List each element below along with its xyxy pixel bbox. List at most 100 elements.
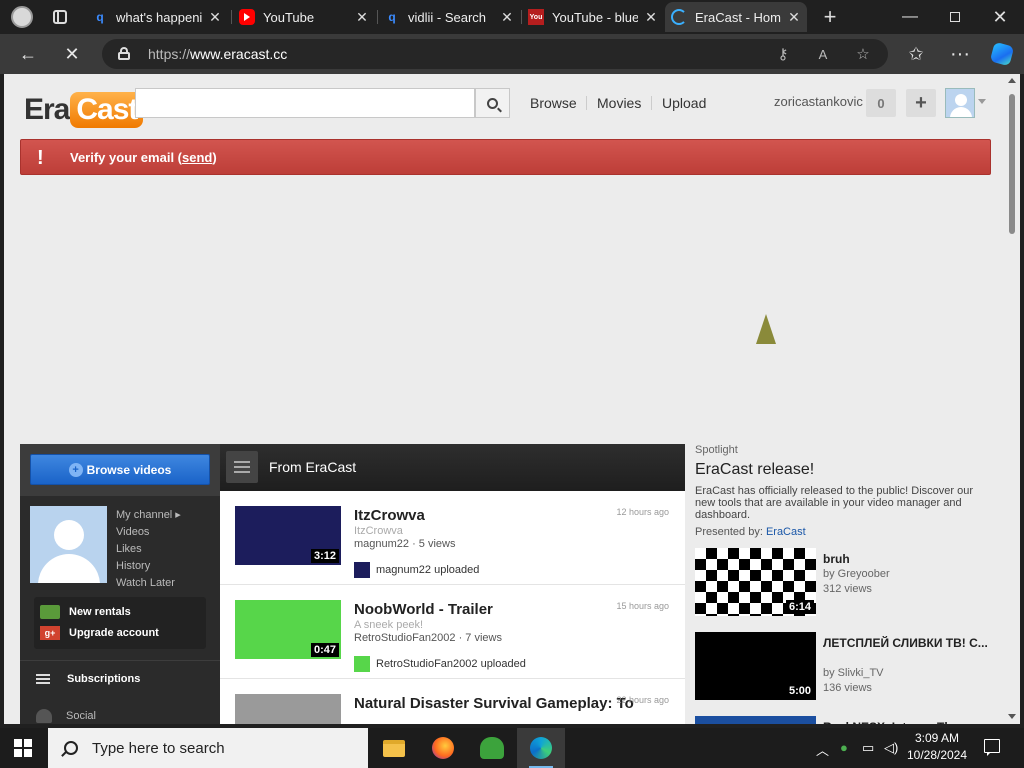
youtube-icon	[239, 9, 255, 25]
close-window-icon[interactable]: ✕	[988, 5, 1012, 29]
channel-avatar[interactable]	[30, 506, 107, 583]
chevron-down-icon[interactable]	[978, 99, 986, 104]
people-tray-icon[interactable]: ●	[840, 740, 848, 755]
tab-youtube-blue[interactable]: You YouTube - blue ✕	[522, 2, 664, 32]
network-icon[interactable]: ▭	[862, 740, 874, 756]
video-title[interactable]: ItzCrowva	[354, 507, 425, 524]
video-title[interactable]: Natural Disaster Survival Gameplay: To	[354, 695, 634, 712]
list-icon	[36, 674, 50, 684]
taskbar-search-box[interactable]: Type here to search	[48, 728, 368, 768]
minimize-icon[interactable]: —	[898, 5, 922, 29]
url-text[interactable]: https://www.eracast.cc	[148, 46, 287, 62]
spotlight-title[interactable]: EraCast release!	[695, 461, 814, 479]
upload-age: 22 hours ago	[616, 695, 669, 705]
video-title[interactable]: NoobWorld - Trailer	[354, 601, 493, 618]
new-tab-icon[interactable]: +	[818, 4, 842, 29]
password-key-icon[interactable]: ⚷	[772, 43, 794, 65]
tab-title: YouTube	[263, 9, 315, 25]
tab-youtube[interactable]: YouTube ✕	[233, 2, 375, 32]
profile-avatar-icon[interactable]	[10, 5, 34, 29]
copilot-icon[interactable]	[989, 41, 1015, 67]
video-title[interactable]: RockNESX_Intceps The	[823, 719, 988, 724]
video-title[interactable]: bruh	[823, 551, 988, 567]
guide-link-watch-later[interactable]: Watch Later	[116, 577, 175, 589]
social-item[interactable]: Social	[20, 706, 220, 724]
favorite-star-icon[interactable]: ☆	[852, 43, 874, 65]
maximize-icon[interactable]	[943, 5, 967, 29]
guide-link-history[interactable]: History	[116, 560, 150, 572]
tab-eracast-home[interactable]: EraCast - Home ✕	[665, 2, 807, 32]
show-hidden-icons-icon[interactable]: ︿	[816, 740, 829, 759]
close-tab-icon[interactable]: ✕	[355, 9, 369, 26]
more-options-icon[interactable]: ···	[948, 42, 972, 66]
stop-loading-icon[interactable]: ✕	[60, 42, 84, 66]
new-rentals-link[interactable]: New rentals	[40, 603, 131, 621]
people-app-icon[interactable]	[468, 728, 516, 768]
notification-center-icon[interactable]	[984, 739, 1000, 756]
verify-email-message: Verify your email (send)	[70, 150, 217, 165]
windows-start-icon[interactable]	[14, 739, 32, 757]
lock-icon[interactable]	[118, 47, 130, 60]
close-tab-icon[interactable]: ✕	[208, 9, 222, 26]
browse-videos-button[interactable]: + Browse videos	[30, 454, 210, 485]
scroll-down-arrow-icon[interactable]	[1008, 714, 1016, 719]
tab-vidlii-search[interactable]: q vidlii - Search ✕	[378, 2, 520, 32]
tab-actions-icon[interactable]	[48, 5, 72, 29]
search-button[interactable]	[475, 88, 510, 118]
spotlight-item[interactable]: 5:00 ЛЕТСПЛЕЙ СЛИВКИ ТВ! С... by Slivki_TV…	[695, 632, 995, 702]
close-tab-icon[interactable]: ✕	[644, 9, 658, 26]
spotlight-item[interactable]: 6:14 bruh by Greyoober 312 views	[695, 548, 995, 618]
feed-header: From EraCast	[220, 444, 685, 491]
video-thumbnail[interactable]: 6:14	[695, 548, 816, 616]
feed-item[interactable]: Natural Disaster Survival Gameplay: To 22…	[220, 679, 685, 724]
upgrade-account-link[interactable]: g+ Upgrade account	[40, 624, 159, 642]
presenter-link[interactable]: EraCast	[766, 526, 806, 538]
send-verification-link[interactable]: send	[182, 150, 212, 165]
username-link[interactable]: zoricastankovic	[774, 94, 863, 109]
volume-icon[interactable]: ◁)	[884, 740, 898, 756]
subscriptions-item[interactable]: Subscriptions	[20, 666, 220, 692]
address-bar[interactable]: https://www.eracast.cc ⚷ A ☆	[102, 39, 888, 69]
search-icon	[487, 97, 498, 109]
read-aloud-icon[interactable]: A	[812, 43, 834, 65]
firefox-icon[interactable]	[419, 728, 467, 768]
nav-browse[interactable]: Browse	[530, 95, 577, 111]
notification-count-button[interactable]: 0	[866, 89, 896, 117]
upload-plus-button[interactable]: +	[906, 89, 936, 117]
video-thumbnail[interactable]: 0:47	[235, 600, 341, 659]
scroll-up-arrow-icon[interactable]	[1008, 78, 1016, 83]
video-thumbnail[interactable]: 5:00	[695, 632, 816, 700]
edge-icon[interactable]	[517, 728, 565, 768]
guide-link-likes[interactable]: Likes	[116, 543, 142, 555]
video-author[interactable]: by Greyoober	[823, 568, 890, 580]
uploader-line[interactable]: RetroStudioFan2002 uploaded	[354, 656, 526, 672]
favorites-icon[interactable]: ✩	[904, 42, 928, 66]
verify-email-banner: ! Verify your email (send)	[20, 139, 991, 175]
page-scrollbar[interactable]	[1004, 74, 1020, 724]
clock-date[interactable]: 10/28/2024	[900, 748, 974, 762]
close-tab-icon[interactable]: ✕	[787, 9, 801, 26]
feed-item[interactable]: 0:47 NoobWorld - Trailer 15 hours ago A sne…	[220, 585, 685, 679]
avatar[interactable]	[945, 88, 975, 118]
tab-whats-happening[interactable]: q what's happening ✕	[86, 2, 228, 32]
search-input[interactable]	[135, 88, 475, 118]
guide-link-videos[interactable]: Videos	[116, 526, 149, 538]
video-thumbnail[interactable]: 3:12	[235, 506, 341, 565]
feed-item[interactable]: 3:12 ItzCrowva 12 hours ago ItzCrowva magnum…	[220, 491, 685, 585]
scroll-thumb[interactable]	[1009, 94, 1015, 234]
close-tab-icon[interactable]: ✕	[500, 9, 514, 26]
spotlight-item[interactable]: RockNESX_Intceps The	[695, 716, 995, 724]
video-thumbnail[interactable]	[695, 716, 816, 724]
clock-time[interactable]: 3:09 AM	[900, 731, 974, 745]
video-thumbnail[interactable]	[235, 694, 341, 724]
nav-upload[interactable]: Upload	[662, 95, 706, 111]
nav-movies[interactable]: Movies	[597, 95, 641, 111]
uploader-line[interactable]: magnum22 uploaded	[354, 562, 479, 578]
feed-menu-button[interactable]	[226, 451, 258, 483]
video-author[interactable]: by Slivki_TV	[823, 667, 884, 679]
guide-link-my-channel[interactable]: My channel ▸	[116, 508, 181, 521]
eracast-logo[interactable]: Era Cast	[24, 88, 144, 128]
back-arrow-icon[interactable]: ←	[16, 42, 40, 66]
file-explorer-icon[interactable]	[370, 728, 418, 768]
video-title[interactable]: ЛЕТСПЛЕЙ СЛИВКИ ТВ! С...	[823, 635, 988, 651]
